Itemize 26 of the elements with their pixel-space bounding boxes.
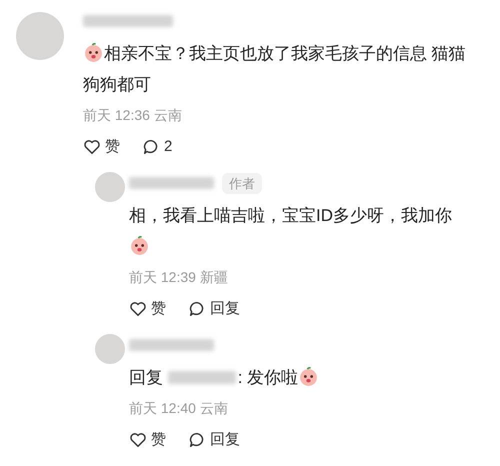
comment-time: 前天 12:40 云南: [129, 399, 229, 418]
comment-time: 前天 12:39 新疆: [129, 268, 229, 287]
reply-button[interactable]: 回复: [188, 428, 240, 452]
speech-bubble-icon: [142, 138, 160, 156]
like-button[interactable]: 赞: [129, 298, 166, 320]
reply-button[interactable]: 2: [142, 136, 172, 158]
speech-bubble-icon: [188, 431, 206, 449]
comment-text: 回复 : 发你啦: [129, 362, 472, 393]
sticker-icon: [83, 42, 104, 63]
sticker-icon: [298, 366, 320, 387]
redacted-name: [168, 371, 236, 384]
heart-icon: [83, 138, 101, 156]
comment-text: 相，我看上喵吉啦，宝宝ID多少呀，我加你: [129, 200, 472, 262]
speech-bubble-icon: [188, 300, 206, 318]
like-button[interactable]: 赞: [83, 136, 120, 158]
comment-text: 相亲不宝？我主页也放了我家毛孩子的信息 猫猫狗狗都可: [83, 41, 467, 96]
heart-icon: [129, 431, 147, 449]
sticker-icon: [129, 235, 150, 256]
avatar: [95, 334, 125, 364]
reply-button[interactable]: 回复: [188, 298, 240, 320]
avatar: [16, 12, 64, 60]
comment-time: 前天 12:36 云南: [83, 106, 183, 125]
avatar: [95, 172, 125, 202]
heart-icon: [129, 300, 147, 318]
like-button[interactable]: 赞: [129, 428, 166, 452]
author-badge: 作者: [222, 172, 262, 194]
